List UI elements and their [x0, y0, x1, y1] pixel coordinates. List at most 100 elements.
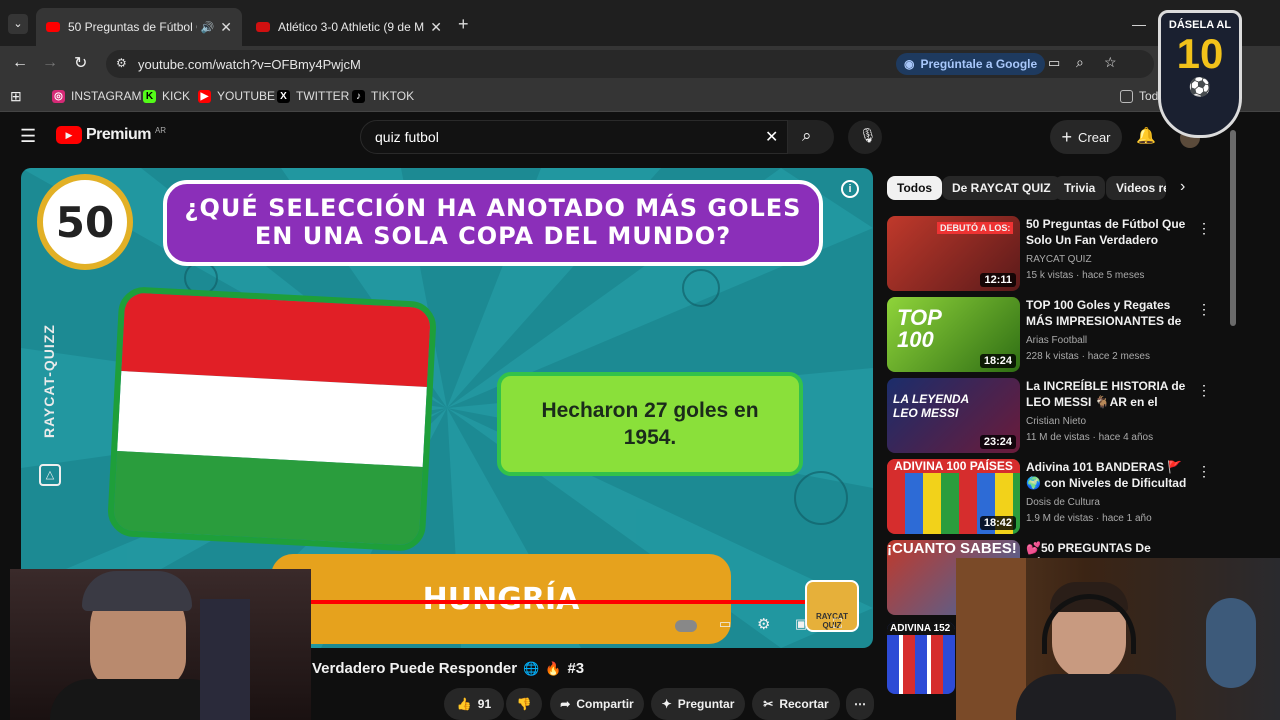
bookmark-twitter[interactable]: X TWITTER	[277, 89, 349, 103]
cabinet-shape	[956, 558, 1026, 720]
like-button[interactable]: 👍 91	[444, 688, 504, 720]
apps-grid-icon[interactable]: ⊞	[10, 88, 22, 105]
video-thumbnail[interactable]: LA LEYENDA LEO MESSI 23:24	[887, 378, 1020, 453]
bookmark-star-icon[interactable]: ☆	[1104, 54, 1117, 71]
captions-icon[interactable]: ▭	[719, 616, 731, 632]
tab-title: Atlético 3-0 Athletic (9 de May	[278, 20, 425, 34]
page-scrollbar[interactable]	[1230, 130, 1236, 326]
autoplay-toggle[interactable]	[675, 620, 697, 632]
chip-de-raycat-quiz[interactable]: De RAYCAT QUIZ	[942, 176, 1061, 200]
corner-brand-logo: RAYCAT QUIZ	[805, 580, 859, 632]
bookmark-label: YOUTUBE	[217, 89, 276, 103]
minimize-icon[interactable]: —	[1132, 16, 1146, 32]
youtube-icon	[46, 22, 60, 32]
recommended-video[interactable]: TOP 100 18:24 TOP 100 Goles y Regates MÁ…	[887, 297, 1227, 373]
chair-shape	[200, 599, 250, 720]
menu-icon[interactable]: ☰	[20, 126, 36, 147]
create-button[interactable]: + Crear	[1050, 120, 1122, 154]
dislike-button[interactable]: 👎	[506, 688, 542, 720]
thumbs-up-icon: 👍	[456, 697, 472, 711]
search-icon: ⌕	[802, 126, 812, 145]
soccer-ball-icon: ⚽	[1188, 77, 1212, 97]
recommended-video[interactable]: LA LEYENDA LEO MESSI 23:24 La INCREÍBLE …	[887, 378, 1227, 454]
sparkle-icon: ✦	[661, 697, 672, 711]
clip-button[interactable]: ✂ Recortar	[752, 688, 840, 720]
chip-trivia[interactable]: Trivia	[1054, 176, 1106, 200]
recommended-thumbnail-partial[interactable]: ADIVINA 152	[887, 622, 955, 694]
bookmark-kick[interactable]: K KICK	[143, 89, 190, 103]
hungary-flag	[106, 285, 438, 553]
answer-text: HUNGRÍA	[422, 581, 580, 617]
shirt-shape	[1016, 674, 1176, 720]
video-title: La INCREÍBLE HISTORIA de LEO MESSI 🐐AR e…	[1026, 379, 1186, 409]
fullscreen-icon[interactable]: ⛶	[833, 616, 842, 632]
video-hashtag[interactable]: #3	[567, 660, 584, 677]
miniplayer-icon[interactable]: ▣	[795, 616, 807, 632]
settings-gear-icon[interactable]: ⚙	[757, 615, 770, 633]
new-tab-icon[interactable]: +	[458, 14, 469, 35]
speaker-icon[interactable]: 🔊	[201, 21, 215, 34]
search-button[interactable]: ⌕	[788, 120, 834, 154]
channel-name[interactable]: Dosis de Cultura	[1026, 497, 1100, 508]
tab-list-dropdown-icon[interactable]: ⌄	[8, 14, 28, 34]
more-vertical-icon[interactable]: ⋮	[1197, 220, 1211, 237]
chevron-right-icon[interactable]: ›	[1180, 178, 1185, 196]
more-vertical-icon[interactable]: ⋮	[1197, 382, 1211, 399]
question-banner: ¿QUÉ SELECCIÓN HA ANOTADO MÁS GOLES EN U…	[163, 180, 823, 266]
channel-name[interactable]: Arias Football	[1026, 335, 1087, 346]
thumbnail-text: ADIVINA 152	[887, 622, 955, 635]
plus-icon: +	[1061, 126, 1072, 147]
bookmark-folder[interactable]: Tod	[1120, 89, 1158, 103]
youtube-logo[interactable]: ▶ Premium AR	[56, 126, 166, 144]
bookmark-label: KICK	[162, 89, 191, 103]
question-number-badge: 50	[37, 174, 133, 270]
channel-overlay-logo: DÁSELA AL 10 ⚽	[1158, 10, 1242, 138]
fire-icon: 🔥	[545, 660, 562, 676]
recommended-video[interactable]: DEBUTÓ A LOS: 12:11 50 Preguntas de Fútb…	[887, 216, 1227, 292]
thumbs-down-icon: 👎	[516, 697, 532, 711]
more-vertical-icon[interactable]: ⋮	[1197, 301, 1211, 318]
forward-icon[interactable]: →	[42, 54, 58, 72]
question-text: ¿QUÉ SELECCIÓN HA ANOTADO MÁS GOLES EN U…	[184, 194, 802, 250]
ask-google-button[interactable]: ◉ Pregúntale a Google	[896, 53, 1046, 75]
video-thumbnail[interactable]: ADIVINA 100 PAÍSES 18:42	[887, 459, 1020, 534]
channel-name[interactable]: RAYCAT QUIZ	[1026, 254, 1092, 265]
answer-banner: HUNGRÍA	[271, 554, 731, 644]
tiktok-icon: ♪	[352, 89, 365, 103]
bookmark-tiktok[interactable]: ♪ TIKTOK	[352, 89, 414, 103]
install-icon[interactable]: ▭	[1048, 55, 1060, 71]
streamer-webcam-right	[956, 558, 1280, 720]
reload-icon[interactable]: ↻	[74, 53, 87, 73]
ask-button[interactable]: ✦ Preguntar	[651, 688, 745, 720]
notifications-bell-icon[interactable]: 🔔	[1136, 126, 1156, 146]
progress-bar[interactable]	[311, 596, 851, 608]
url-field[interactable]: ⚙ youtube.com/watch?v=OFBmy4PwjcM ◉ Preg…	[106, 50, 1154, 78]
video-stats: 11 M de vistas · hace 4 años	[1026, 432, 1154, 443]
wall-art-shape	[1206, 598, 1256, 688]
bookmark-youtube[interactable]: ▶ YOUTUBE	[198, 89, 275, 103]
more-vertical-icon[interactable]: ⋮	[1197, 463, 1211, 480]
share-button[interactable]: ➦ Compartir	[550, 688, 644, 720]
close-tab-icon[interactable]: ✕	[430, 19, 442, 36]
video-title: Adivina 101 BANDERAS 🚩🌍 con Niveles de D…	[1026, 460, 1187, 490]
chip-todos[interactable]: Todos	[887, 176, 943, 200]
site-info-icon[interactable]: ⚙	[116, 56, 127, 70]
logo-region: AR	[154, 126, 167, 135]
info-icon[interactable]: i	[841, 180, 859, 198]
clear-search-icon[interactable]: ✕	[765, 127, 778, 147]
tab-match[interactable]: Atlético 3-0 Athletic (9 de May ✕	[246, 8, 452, 46]
tab-video[interactable]: 50 Preguntas de Fútbol Qu 🔊 ✕	[36, 8, 242, 46]
chip-videos-relacionados[interactable]: Videos re	[1106, 176, 1166, 200]
recommended-video[interactable]: ADIVINA 100 PAÍSES 18:42 Adivina 101 BAN…	[887, 459, 1227, 535]
voice-search-button[interactable]: 🎙	[848, 120, 882, 154]
video-thumbnail[interactable]: TOP 100 18:24	[887, 297, 1020, 372]
search-value: quiz futbol	[375, 129, 439, 145]
zoom-icon[interactable]: ⌕	[1076, 54, 1084, 71]
video-thumbnail[interactable]: DEBUTÓ A LOS: 12:11	[887, 216, 1020, 291]
more-actions-button[interactable]: ⋯	[846, 688, 874, 720]
back-icon[interactable]: ←	[12, 54, 28, 72]
close-tab-icon[interactable]: ✕	[220, 19, 232, 36]
channel-name[interactable]: Cristian Nieto	[1026, 416, 1086, 427]
search-input[interactable]: quiz futbol ✕	[360, 120, 788, 154]
bookmark-instagram[interactable]: ◎ INSTAGRAM	[52, 89, 141, 103]
